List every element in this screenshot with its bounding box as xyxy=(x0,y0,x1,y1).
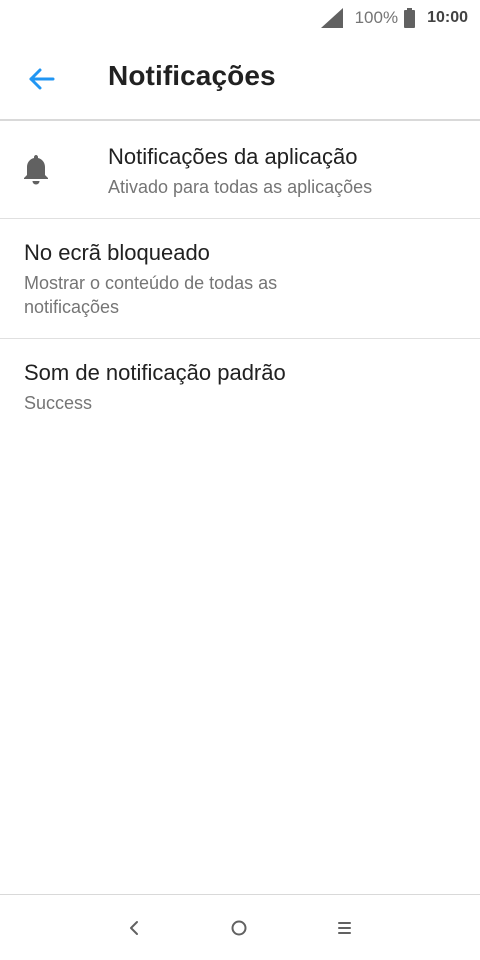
nav-home-button[interactable] xyxy=(222,911,256,945)
nav-back-button[interactable] xyxy=(117,911,151,945)
arrow-left-icon xyxy=(29,68,55,90)
signal-icon xyxy=(320,8,343,28)
status-clock: 10:00 xyxy=(427,9,468,26)
app-bar: Notificações xyxy=(0,36,480,121)
lockscreen-item[interactable]: No ecrã bloqueado Mostrar o conteúdo de … xyxy=(0,219,480,339)
app-notifications-item[interactable]: Notificações da aplicação Ativado para t… xyxy=(0,121,480,219)
item-title: Notificações da aplicação xyxy=(108,144,358,169)
item-subtitle: Mostrar o conteúdo de todas as notificaç… xyxy=(24,273,278,317)
bell-icon xyxy=(24,155,48,185)
item-subtitle: Ativado para todas as aplicações xyxy=(108,177,373,197)
default-sound-item[interactable]: Som de notificação padrão Success xyxy=(0,339,480,439)
nav-menu-button[interactable] xyxy=(327,911,361,945)
navigation-bar xyxy=(0,894,480,960)
status-bar: 100% 10:00 xyxy=(0,0,480,36)
back-button[interactable] xyxy=(26,64,56,94)
settings-list: Notificações da aplicação Ativado para t… xyxy=(0,121,480,439)
back-icon xyxy=(130,921,138,935)
item-subtitle: Success xyxy=(24,393,93,413)
notifications-settings-screen: 100% 10:00 Notificações Notificações da … xyxy=(0,0,480,960)
item-title: Som de notificação padrão xyxy=(24,360,286,385)
menu-icon xyxy=(338,922,351,934)
battery-percent: 100% xyxy=(354,8,399,27)
home-icon xyxy=(231,920,247,936)
item-title: No ecrã bloqueado xyxy=(24,240,210,265)
battery-icon xyxy=(404,8,416,28)
page-title: Notificações xyxy=(108,60,276,91)
